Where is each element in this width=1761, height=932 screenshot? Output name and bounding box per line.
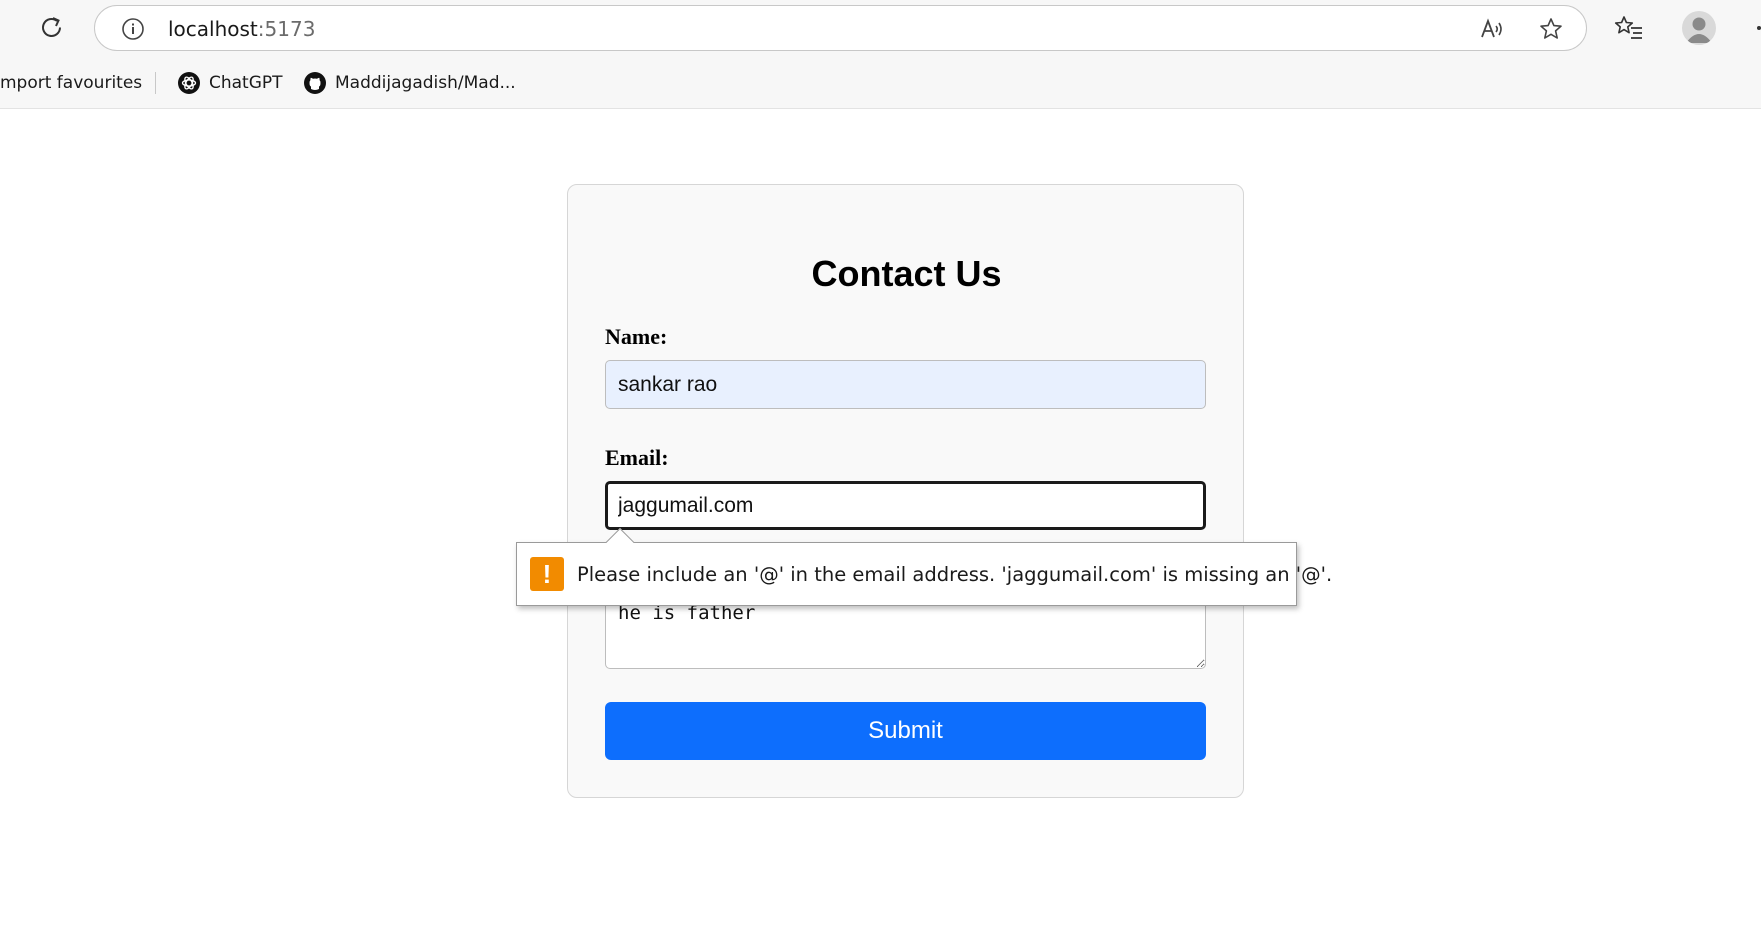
bookmarks-bar: mport favourites ChatGPT Maddijagadish/M… xyxy=(0,56,1761,109)
page-title: Contact Us xyxy=(811,253,1002,294)
chatgpt-icon xyxy=(178,72,200,94)
address-bar[interactable]: localhost:5173 xyxy=(94,5,1587,51)
github-icon xyxy=(304,72,326,94)
favorites-icon[interactable] xyxy=(1614,14,1644,42)
bookmark-chatgpt[interactable]: ChatGPT xyxy=(177,70,283,96)
browser-toolbar: localhost:5173 xyxy=(0,0,1761,56)
validation-tooltip: ! Please include an '@' in the email add… xyxy=(516,527,1332,606)
name-input[interactable] xyxy=(605,360,1206,409)
bookmark-label: Maddijagadish/Mad... xyxy=(335,73,516,93)
site-info-icon[interactable] xyxy=(121,17,145,41)
more-options-icon[interactable] xyxy=(1757,26,1761,30)
reload-icon[interactable] xyxy=(36,12,68,44)
url-port: :5173 xyxy=(257,17,316,41)
bookmark-separator xyxy=(155,72,156,94)
bookmark-label: ChatGPT xyxy=(209,73,283,93)
contact-form-card: Contact Us Name: Email: he is father Sub… xyxy=(567,184,1244,798)
email-label: Email: xyxy=(605,445,669,470)
bookmark-github[interactable]: Maddijagadish/Mad... xyxy=(303,70,516,96)
name-label: Name: xyxy=(605,324,668,349)
bookmark-import-favourites[interactable]: mport favourites xyxy=(0,70,142,96)
profile-avatar[interactable] xyxy=(1682,11,1716,45)
read-aloud-icon[interactable] xyxy=(1479,16,1505,42)
url-text[interactable]: localhost:5173 xyxy=(168,17,315,41)
url-host: localhost xyxy=(168,17,258,41)
submit-button[interactable]: Submit xyxy=(605,702,1206,760)
email-input[interactable] xyxy=(605,481,1206,530)
bookmark-label: mport favourites xyxy=(0,73,143,93)
validation-message: Please include an '@' in the email addre… xyxy=(577,563,1333,586)
warning-icon: ! xyxy=(530,557,564,591)
favorite-star-icon[interactable] xyxy=(1538,16,1564,42)
